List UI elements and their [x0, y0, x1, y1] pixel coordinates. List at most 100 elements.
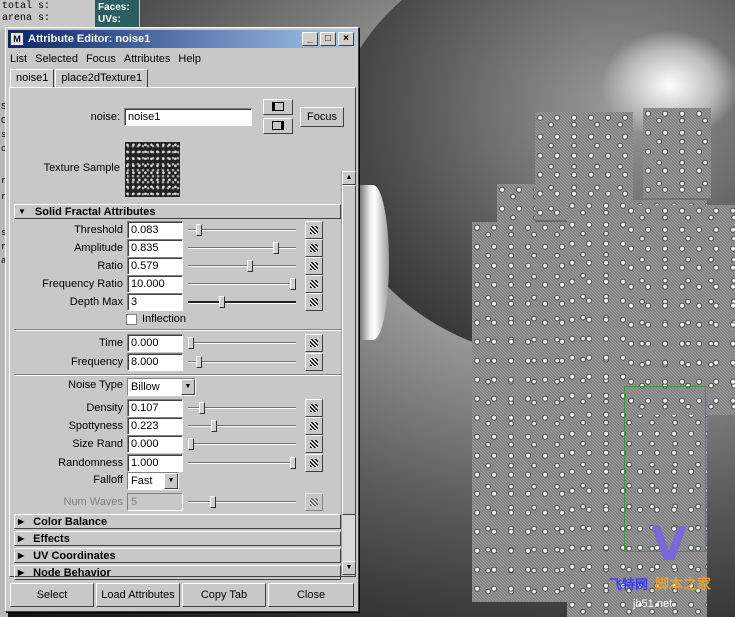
menu-focus[interactable]: Focus	[86, 53, 116, 65]
amplitude-slider[interactable]	[188, 240, 296, 256]
select-button[interactable]: Select	[10, 583, 94, 607]
texture-sample-swatch[interactable]	[125, 142, 180, 197]
site-watermark: V 飞特网 脚本之家 jb51.net	[603, 518, 735, 617]
close-button[interactable]: Close	[268, 583, 354, 607]
randomness-slider[interactable]	[188, 455, 296, 471]
frequency-field[interactable]: 8.000	[127, 353, 183, 371]
noise-type-label: Noise Type	[68, 379, 123, 391]
slider-thumb[interactable]	[273, 242, 279, 254]
time-map-button[interactable]	[305, 334, 323, 352]
texture-patch	[497, 184, 535, 224]
density-field[interactable]: 0.107	[127, 399, 183, 417]
density-label: Density	[86, 402, 123, 414]
separator	[14, 329, 341, 331]
go-to-input-button[interactable]	[263, 99, 293, 115]
hud-label: Faces:	[98, 2, 130, 13]
slider-thumb[interactable]	[196, 224, 202, 236]
section-title: Color Balance	[33, 515, 108, 528]
slider-thumb[interactable]	[247, 260, 253, 272]
num-waves-label: Num Waves	[63, 496, 124, 508]
falloff-dropdown[interactable]: Fast ▼	[127, 472, 179, 490]
frequency-slider[interactable]	[188, 354, 296, 370]
slider-thumb[interactable]	[290, 278, 296, 290]
spottyness-slider[interactable]	[188, 418, 296, 434]
section-node-behavior[interactable]: ▶ Node Behavior	[14, 565, 341, 580]
watermark-text: 脚本之家	[655, 576, 711, 592]
menu-help[interactable]: Help	[178, 53, 201, 65]
ratio-map-button[interactable]	[305, 257, 323, 275]
menu-selected[interactable]: Selected	[35, 53, 78, 65]
close-window-button[interactable]: ×	[338, 32, 354, 46]
time-slider[interactable]	[188, 335, 296, 351]
background-panel: total s: arena s: Faces: UVs:	[0, 0, 140, 30]
noise-type-dropdown[interactable]: Billow ▼	[127, 378, 196, 396]
ratio-slider[interactable]	[188, 258, 296, 274]
frequency-ratio-field[interactable]: 10.000	[127, 275, 183, 293]
spottyness-field[interactable]: 0.223	[127, 417, 183, 435]
hud-label: UVs:	[98, 14, 121, 25]
section-effects[interactable]: ▶ Effects	[14, 531, 341, 546]
slider-thumb[interactable]	[211, 420, 217, 432]
size-rand-field[interactable]: 0.000	[127, 435, 183, 453]
density-map-button[interactable]	[305, 399, 323, 417]
tab-place2dtexture1[interactable]: place2dTexture1	[55, 69, 149, 87]
slider-thumb[interactable]	[199, 402, 205, 414]
depth-max-field[interactable]: 3	[127, 293, 183, 311]
checker-map-icon	[310, 404, 318, 412]
title-bar[interactable]: M Attribute Editor: noise1 _ □ ×	[8, 30, 356, 48]
section-uv-coordinates[interactable]: ▶ UV Coordinates	[14, 548, 341, 563]
slider-thumb[interactable]	[290, 457, 296, 469]
time-field[interactable]: 0.000	[127, 334, 183, 352]
menu-list[interactable]: List	[10, 53, 27, 65]
ratio-field[interactable]: 0.579	[127, 257, 183, 275]
threshold-slider[interactable]	[188, 222, 296, 238]
scroll-thumb[interactable]	[342, 185, 356, 515]
spottyness-map-button[interactable]	[305, 417, 323, 435]
slider-thumb[interactable]	[196, 356, 202, 368]
node-tabs: noise1 place2dTexture1	[10, 69, 149, 88]
inflection-label: Inflection	[142, 313, 187, 325]
noise-type-value: Billow	[131, 381, 160, 393]
section-solid-fractal[interactable]: ▼ Solid Fractal Attributes	[14, 204, 341, 219]
num-waves-map-button	[305, 493, 323, 511]
node-name-field[interactable]: noise1	[124, 108, 252, 126]
slider-thumb[interactable]	[219, 296, 225, 308]
copy-tab-button[interactable]: Copy Tab	[182, 583, 266, 607]
slider-thumb	[210, 496, 216, 508]
focus-button[interactable]: Focus	[300, 107, 344, 127]
slider-thumb[interactable]	[188, 438, 194, 450]
vertical-scrollbar[interactable]: ▲ ▼	[341, 171, 356, 575]
threshold-map-button[interactable]	[305, 221, 323, 239]
frequency-ratio-slider[interactable]	[188, 276, 296, 292]
size-rand-slider[interactable]	[188, 436, 296, 452]
inflection-checkbox[interactable]	[126, 313, 137, 325]
checker-map-icon	[310, 339, 318, 347]
density-slider[interactable]	[188, 400, 296, 416]
depth-max-slider[interactable]	[188, 294, 296, 310]
scroll-up-icon[interactable]: ▲	[342, 171, 356, 185]
load-attributes-button[interactable]: Load Attributes	[96, 583, 180, 607]
input-connection-icon	[272, 102, 284, 111]
slider-thumb[interactable]	[188, 337, 194, 349]
frequency-ratio-map-button[interactable]	[305, 275, 323, 293]
checker-map-icon	[310, 298, 318, 306]
maximize-button[interactable]: □	[320, 32, 336, 46]
threshold-field[interactable]: 0.083	[127, 221, 183, 239]
ear-shape	[357, 185, 389, 340]
scroll-down-icon[interactable]: ▼	[342, 561, 356, 575]
frequency-ratio-label: Frequency Ratio	[42, 278, 123, 290]
size-rand-map-button[interactable]	[305, 435, 323, 453]
randomness-map-button[interactable]	[305, 454, 323, 472]
amplitude-map-button[interactable]	[305, 239, 323, 257]
randomness-field[interactable]: 1.000	[127, 454, 183, 472]
depth-max-map-button[interactable]	[305, 293, 323, 311]
menu-attributes[interactable]: Attributes	[124, 53, 170, 65]
collapse-triangle-icon: ▼	[18, 207, 26, 216]
minimize-button[interactable]: _	[302, 32, 318, 46]
amplitude-field[interactable]: 0.835	[127, 239, 183, 257]
go-to-output-button[interactable]	[263, 118, 293, 134]
expand-triangle-icon: ▶	[18, 534, 25, 543]
section-color-balance[interactable]: ▶ Color Balance	[14, 514, 341, 529]
tab-noise1[interactable]: noise1	[10, 69, 55, 88]
frequency-map-button[interactable]	[305, 353, 323, 371]
